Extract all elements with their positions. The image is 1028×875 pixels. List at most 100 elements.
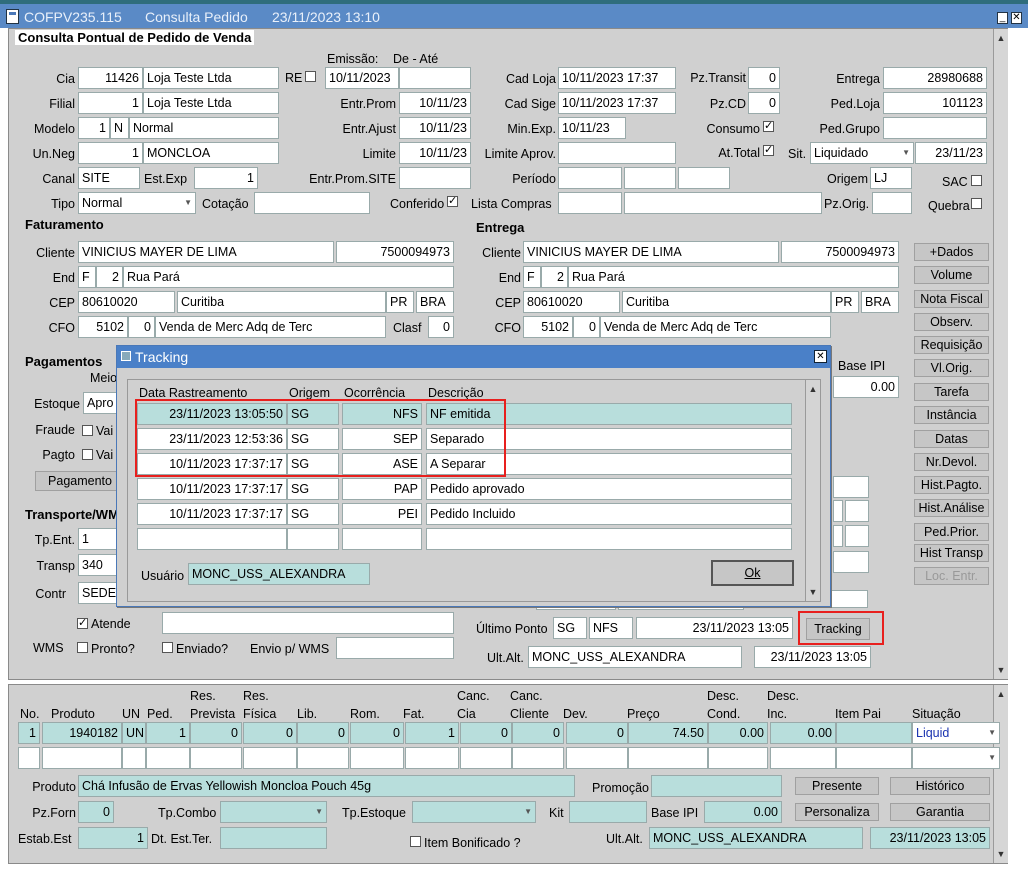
- items-empty-cell[interactable]: [836, 747, 912, 769]
- entr-prom-site-field[interactable]: [399, 167, 471, 189]
- items-ped-cell[interactable]: 1: [146, 722, 190, 744]
- items-lib-cell[interactable]: 0: [297, 722, 349, 744]
- items-empty-cell[interactable]: [628, 747, 708, 769]
- items-empty-cell[interactable]: [146, 747, 190, 769]
- fat-country-field[interactable]: BRA: [416, 291, 454, 313]
- atende-checkbox[interactable]: [77, 616, 88, 629]
- side-button-10[interactable]: Hist.Pagto.: [914, 476, 989, 494]
- historico-button[interactable]: Histórico: [890, 777, 990, 795]
- fat-cfo-desc-field[interactable]: Venda de Merc Adq de Terc: [155, 316, 386, 338]
- base-ipi-field[interactable]: 0.00: [833, 376, 899, 398]
- presente-button[interactable]: Presente: [795, 777, 879, 795]
- items-canc-cia-cell[interactable]: 0: [460, 722, 512, 744]
- ent-cfo-field[interactable]: 5102: [523, 316, 573, 338]
- tracking-descricao-cell[interactable]: Pedido aprovado: [426, 478, 792, 500]
- cad-sige-field[interactable]: 10/11/2023 17:37: [558, 92, 676, 114]
- form-scrollbar[interactable]: ▲ ▼: [993, 29, 1008, 679]
- clasf-field[interactable]: 0: [428, 316, 454, 338]
- at-total-checkbox[interactable]: [763, 143, 774, 156]
- estab-est-field[interactable]: 1: [78, 827, 148, 849]
- items-empty-cell[interactable]: [708, 747, 768, 769]
- fat-uf-field[interactable]: PR: [386, 291, 414, 313]
- pronto-checkbox[interactable]: [77, 642, 88, 653]
- side-button-12[interactable]: Ped.Prior.: [914, 523, 989, 541]
- side-button-8[interactable]: Datas: [914, 430, 989, 448]
- items-empty-cell[interactable]: [566, 747, 628, 769]
- tp-ent-field[interactable]: 1: [78, 528, 118, 550]
- minimize-icon[interactable]: _: [997, 12, 1008, 24]
- items-empty-cell[interactable]: [512, 747, 564, 769]
- min-exp-field[interactable]: 10/11/23: [558, 117, 626, 139]
- fat-cfo-field[interactable]: 5102: [78, 316, 128, 338]
- ok-button[interactable]: Ok: [711, 560, 794, 586]
- items-empty-cell[interactable]: [42, 747, 122, 769]
- filial-code-field[interactable]: 1: [78, 92, 143, 114]
- dialog-close-icon[interactable]: ✕: [814, 350, 827, 363]
- limite-aprov-field[interactable]: [558, 142, 676, 164]
- items-desc-cond-cell[interactable]: 0.00: [708, 722, 768, 744]
- periodo-hora-de-field[interactable]: [624, 167, 676, 189]
- sac-checkbox[interactable]: [971, 175, 982, 186]
- tp-combo-select[interactable]: [220, 801, 327, 823]
- ent-city-field[interactable]: Curitiba: [622, 291, 831, 313]
- entr-prom-field[interactable]: 10/11/23: [399, 92, 471, 114]
- side-button-6[interactable]: Tarefa: [914, 383, 989, 401]
- pagamento-button[interactable]: Pagamento: [35, 471, 125, 491]
- items-empty-cell[interactable]: [350, 747, 404, 769]
- dt-est-ter-field[interactable]: [220, 827, 327, 849]
- tracking-data-cell[interactable]: 10/11/2023 17:37:17: [137, 503, 287, 525]
- tracking-descricao-cell[interactable]: [426, 528, 792, 550]
- tracking-ocorrencia-cell[interactable]: PEI: [342, 503, 422, 525]
- tracking-data-cell[interactable]: 10/11/2023 17:37:17: [137, 478, 287, 500]
- atende-field[interactable]: [162, 612, 454, 634]
- un-neg-name-field[interactable]: MONCLOA: [143, 142, 279, 164]
- items-un-cell[interactable]: UN: [122, 722, 146, 744]
- ent-cliente-field[interactable]: VINICIUS MAYER DE LIMA: [523, 241, 779, 263]
- scroll-up-icon[interactable]: ▲: [994, 31, 1008, 45]
- ult-alt-date-field[interactable]: 23/11/2023 13:05: [754, 646, 871, 668]
- quebra-checkbox[interactable]: [971, 198, 982, 209]
- fraude-checkbox[interactable]: [82, 425, 93, 436]
- tracking-ocorrencia-cell[interactable]: PAP: [342, 478, 422, 500]
- close-icon[interactable]: ✕: [1011, 12, 1022, 24]
- items-res-fisica-cell[interactable]: 0: [243, 722, 297, 744]
- items-empty-cell[interactable]: [190, 747, 242, 769]
- ultimo-ponto-origem-field[interactable]: SG: [553, 617, 587, 639]
- tracking-scroll-up-icon[interactable]: ▲: [806, 382, 820, 396]
- modelo-code-field[interactable]: 1: [78, 117, 110, 139]
- ent-end-num-field[interactable]: 2: [541, 266, 568, 288]
- consumo-checkbox[interactable]: [763, 119, 774, 132]
- items-no-cell[interactable]: 1: [18, 722, 40, 744]
- contr-field[interactable]: SEDE: [78, 582, 118, 604]
- tracking-data-cell[interactable]: [137, 528, 287, 550]
- side-button-2[interactable]: Nota Fiscal: [914, 290, 989, 308]
- canal-field[interactable]: SITE: [78, 167, 140, 189]
- ent-end-type-field[interactable]: F: [523, 266, 541, 288]
- items-empty-cell[interactable]: [405, 747, 459, 769]
- situacao-select[interactable]: Liquidado: [810, 142, 914, 164]
- limite-field[interactable]: 10/11/23: [399, 142, 471, 164]
- cotacao-field[interactable]: [254, 192, 370, 214]
- side-button-11[interactable]: Hist.Análise: [914, 499, 989, 517]
- filial-name-field[interactable]: Loja Teste Ltda: [143, 92, 279, 114]
- ent-cfo-seq-field[interactable]: 0: [573, 316, 600, 338]
- side-button-5[interactable]: Vl.Orig.: [914, 359, 989, 377]
- ped-loja-field[interactable]: 101123: [883, 92, 987, 114]
- usuario-field[interactable]: MONC_USS_ALEXANDRA: [188, 563, 370, 585]
- lista-compras-desc-field[interactable]: [624, 192, 822, 214]
- items-dev-cell[interactable]: 0: [566, 722, 628, 744]
- items-desc-inc-cell[interactable]: 0.00: [770, 722, 836, 744]
- ent-cep-field[interactable]: 80610020: [523, 291, 620, 313]
- items-ult-alt-user-field[interactable]: MONC_USS_ALEXANDRA: [649, 827, 863, 849]
- ent-country-field[interactable]: BRA: [861, 291, 899, 313]
- pz-transit-field[interactable]: 0: [748, 67, 780, 89]
- items-empty-cell[interactable]: [122, 747, 146, 769]
- transp-extra-field-5[interactable]: [845, 525, 869, 547]
- items-canc-cliente-cell[interactable]: 0: [512, 722, 564, 744]
- side-button-14[interactable]: Loc. Entr.: [914, 567, 989, 585]
- side-button-9[interactable]: Nr.Devol.: [914, 453, 989, 471]
- produto-desc-field[interactable]: Chá Infusão de Ervas Yellowish Moncloa P…: [78, 775, 575, 797]
- items-scrollbar[interactable]: ▲ ▼: [993, 685, 1008, 863]
- situacao-date-field[interactable]: 23/11/23: [915, 142, 987, 164]
- side-button-7[interactable]: Instância: [914, 406, 989, 424]
